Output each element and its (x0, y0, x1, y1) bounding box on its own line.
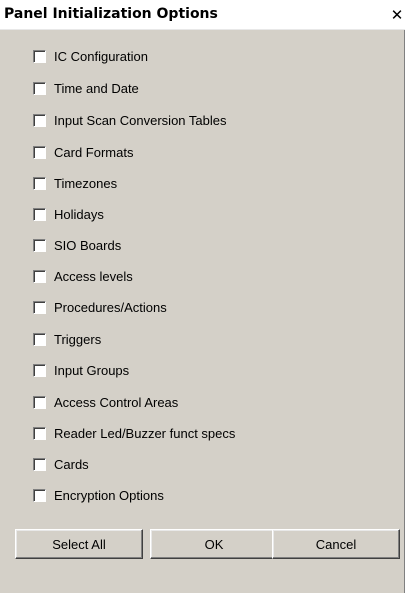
option-reader-led-buzzer[interactable]: Reader Led/Buzzer funct specs (33, 423, 235, 443)
option-label: Encryption Options (54, 487, 164, 503)
checkbox[interactable] (33, 363, 46, 377)
option-label: Input Scan Conversion Tables (54, 112, 227, 128)
option-triggers[interactable]: Triggers (33, 329, 101, 349)
option-holidays[interactable]: Holidays (33, 204, 104, 224)
option-label: Access levels (54, 268, 133, 284)
checkbox[interactable] (33, 207, 46, 221)
select-all-button[interactable]: Select All (15, 529, 143, 559)
option-label: Holidays (54, 206, 104, 222)
option-label: Triggers (54, 331, 102, 347)
title-bar: Panel Initialization Options ✕ (0, 0, 405, 30)
option-label: IC Configuration (54, 48, 148, 64)
option-time-and-date[interactable]: Time and Date (33, 78, 139, 98)
option-label: Reader Led/Buzzer funct specs (54, 425, 236, 441)
option-procedures-actions[interactable]: Procedures/Actions (33, 297, 167, 317)
panel-initialization-dialog: Panel Initialization Options ✕ IC Config… (0, 0, 405, 593)
ok-button[interactable]: OK (150, 529, 278, 559)
option-card-formats[interactable]: Card Formats (33, 142, 133, 162)
option-encryption-options[interactable]: Encryption Options (33, 485, 164, 505)
checkbox[interactable] (33, 395, 46, 409)
option-label: Access Control Areas (54, 394, 179, 410)
option-timezones[interactable]: Timezones (33, 173, 117, 193)
option-sio-boards[interactable]: SIO Boards (33, 235, 121, 255)
checkbox[interactable] (33, 426, 46, 440)
checkbox[interactable] (33, 145, 46, 159)
checkbox[interactable] (33, 488, 46, 502)
option-label: Cards (54, 456, 89, 472)
checkbox[interactable] (33, 300, 46, 314)
close-icon[interactable]: ✕ (389, 7, 405, 23)
option-input-scan-conversion-tables[interactable]: Input Scan Conversion Tables (33, 110, 226, 130)
checkbox[interactable] (33, 81, 46, 95)
checkbox[interactable] (33, 238, 46, 252)
option-ic-configuration[interactable]: IC Configuration (33, 46, 148, 66)
option-input-groups[interactable]: Input Groups (33, 360, 129, 380)
checkbox[interactable] (33, 332, 46, 346)
option-access-levels[interactable]: Access levels (33, 266, 133, 286)
option-cards[interactable]: Cards (33, 454, 89, 474)
checkbox[interactable] (33, 176, 46, 190)
checkbox[interactable] (33, 49, 46, 63)
cancel-button[interactable]: Cancel (272, 529, 400, 559)
dialog-title: Panel Initialization Options (4, 6, 218, 22)
checkbox[interactable] (33, 457, 46, 471)
option-label: Time and Date (54, 80, 139, 96)
option-label: Timezones (54, 175, 118, 191)
option-label: SIO Boards (54, 237, 122, 253)
option-label: Procedures/Actions (54, 299, 167, 315)
option-access-control-areas[interactable]: Access Control Areas (33, 392, 178, 412)
option-label: Card Formats (54, 144, 134, 160)
checkbox[interactable] (33, 113, 46, 127)
option-label: Input Groups (54, 362, 130, 378)
checkbox[interactable] (33, 269, 46, 283)
